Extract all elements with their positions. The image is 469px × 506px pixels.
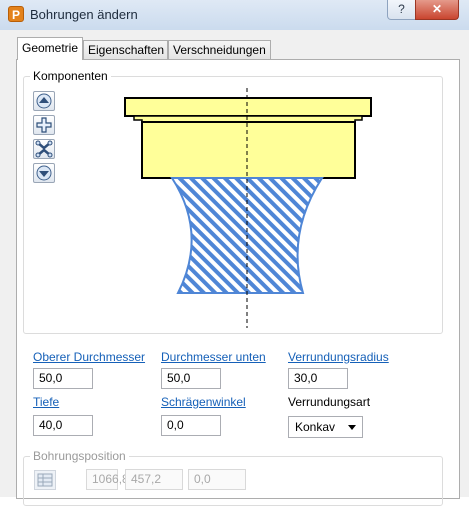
app-icon: P [8,6,24,22]
schraegenwinkel-link[interactable]: Schrägenwinkel [161,395,246,409]
oberer-durchmesser-link[interactable]: Oberer Durchmesser [33,350,145,364]
tab-eigenschaften[interactable]: Eigenschaften [83,40,168,59]
delete-component-button[interactable] [33,139,55,159]
help-button[interactable]: ? [387,0,416,20]
delete-icon [35,140,53,158]
counterbore-body [133,115,363,179]
hole-preview-drawing [124,88,372,328]
verrundungsart-value: Konkav [295,420,336,434]
tab-verschneidungen[interactable]: Verschneidungen [168,40,271,59]
move-up-button[interactable] [33,91,55,111]
position-z-input[interactable]: 0,0 [188,469,246,490]
durchmesser-unten-input[interactable]: 50,0 [161,368,221,389]
move-down-button[interactable] [33,163,55,183]
schraegenwinkel-input[interactable]: 0,0 [161,415,221,436]
position-x-input[interactable]: 1066,8 [86,469,129,490]
table-icon [37,473,53,487]
window-title: Bohrungen ändern [30,7,138,22]
chevron-down-icon [348,425,356,430]
verrundungsart-dropdown[interactable]: Konkav [288,416,363,438]
tab-geometrie[interactable]: Geometrie [17,37,83,60]
position-pick-button[interactable] [34,470,56,490]
verrundungsradius-input[interactable]: 30,0 [288,368,348,389]
tiefe-input[interactable]: 40,0 [33,415,93,436]
move-up-icon [36,93,52,109]
add-component-button[interactable] [33,115,55,135]
move-down-icon [36,165,52,181]
oberer-durchmesser-input[interactable]: 50,0 [33,368,93,389]
counterbore-top [124,97,372,117]
close-button[interactable]: ✕ [415,0,459,20]
components-group-label: Komponenten [30,69,111,83]
position-y-input[interactable]: 457,2 [125,469,183,490]
durchmesser-unten-link[interactable]: Durchmesser unten [161,350,266,364]
tiefe-link[interactable]: Tiefe [33,395,59,409]
add-icon [36,117,52,133]
verrundungsradius-link[interactable]: Verrundungsradius [288,350,389,364]
hole-position-group-label: Bohrungsposition [30,449,129,463]
verrundungsart-label: Verrundungsart [288,395,371,409]
